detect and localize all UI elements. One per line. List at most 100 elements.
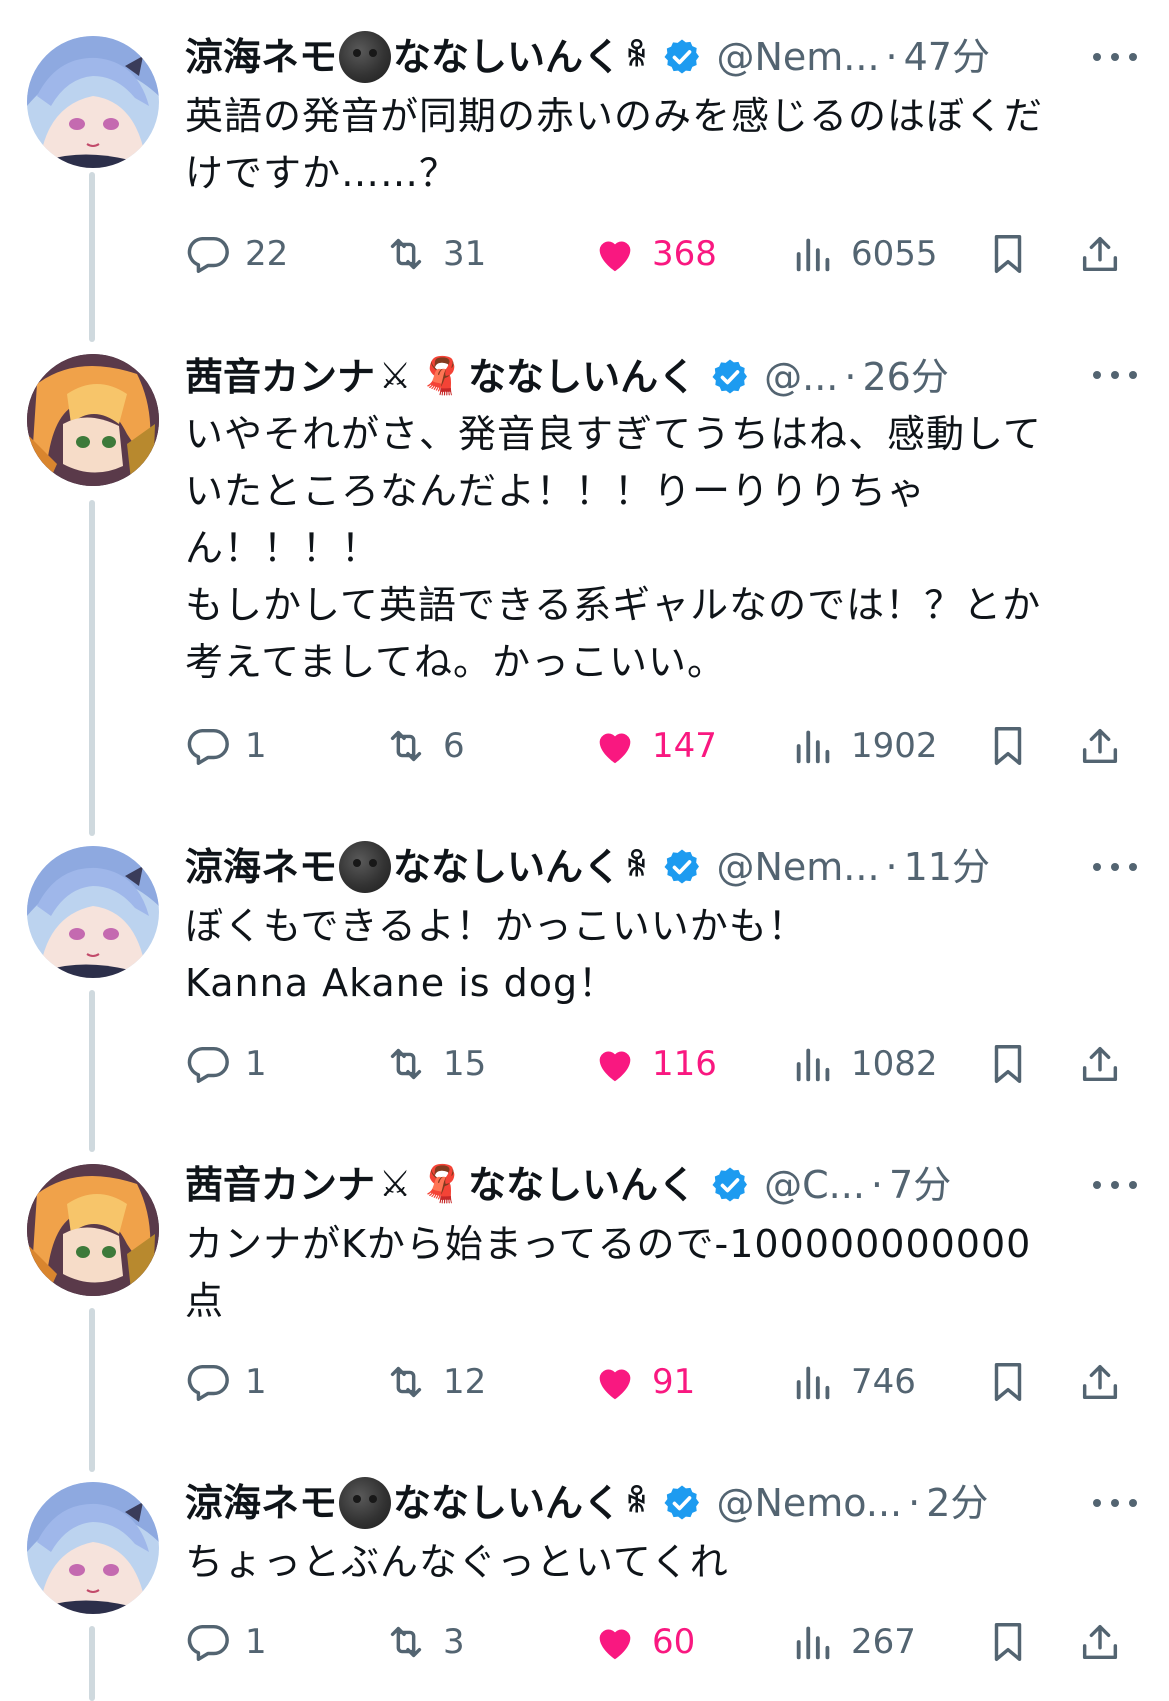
figure-emoji-icon: ꆜ [625, 849, 649, 884]
bookmark-button[interactable] [985, 224, 1031, 284]
bookmark-icon [994, 1363, 1022, 1401]
retweet-button[interactable]: 6 [383, 716, 465, 776]
display-name-suffix[interactable]: ななしいんく [393, 838, 621, 896]
share-upload-icon [1082, 1046, 1118, 1082]
more-dots-icon[interactable] [1093, 1156, 1137, 1214]
separator-dot: · [870, 1163, 884, 1207]
display-name[interactable]: 茜音カンナ [185, 348, 375, 406]
user-handle[interactable]: @C... [764, 1156, 865, 1214]
reply-count: 1 [245, 1044, 267, 1084]
separator-dot: · [908, 1481, 921, 1525]
thread-line [89, 990, 95, 1152]
tweet-text: ぼくもできるよ！かっこいいかも！ Kanna Akane is dog！ [185, 904, 807, 1005]
avatar[interactable] [27, 846, 159, 978]
crossed-swords-emoji-icon: ⚔ [379, 356, 412, 397]
views-count: 1902 [851, 726, 938, 766]
reply-count: 1 [245, 726, 267, 766]
bar-chart-icon [796, 1366, 830, 1400]
reply-button[interactable]: 1 [185, 1612, 267, 1672]
share-upload-icon [1082, 728, 1118, 764]
like-button[interactable]: 91 [592, 1352, 695, 1412]
display-name-suffix[interactable]: ななしいんく [393, 28, 621, 86]
display-name[interactable]: 涼海ネモ [185, 838, 337, 896]
more-dots-icon[interactable] [1093, 838, 1137, 896]
avatar-kanna-image [27, 1164, 159, 1296]
heart-icon [599, 1051, 631, 1082]
thread-line [89, 172, 95, 342]
avatar[interactable] [27, 1482, 159, 1614]
share-button[interactable] [1077, 1612, 1123, 1672]
user-handle[interactable]: @Nemo... [716, 1474, 902, 1532]
share-button[interactable] [1077, 224, 1123, 284]
bookmark-button[interactable] [985, 1034, 1031, 1094]
thread-line [89, 1308, 95, 1472]
like-button[interactable]: 147 [592, 716, 717, 776]
user-handle[interactable]: @... [764, 348, 838, 406]
display-name-suffix[interactable]: ななしいんく [393, 1474, 621, 1532]
bar-chart-icon [796, 238, 830, 272]
bar-chart-icon [796, 1048, 830, 1082]
reply-button[interactable]: 22 [185, 224, 288, 284]
retweet-button[interactable]: 15 [383, 1034, 486, 1094]
display-name-suffix[interactable]: ななしいんく [468, 348, 696, 406]
new-moon-emoji-icon [339, 31, 392, 83]
avatar-nemo-image [27, 1482, 159, 1614]
timestamp[interactable]: 26分 [862, 348, 948, 406]
heart-icon [599, 1629, 631, 1660]
new-moon-emoji-icon [339, 841, 392, 893]
like-button[interactable]: 116 [592, 1034, 717, 1094]
speech-bubble-icon [187, 1364, 229, 1401]
more-dots-icon[interactable] [1093, 1474, 1137, 1532]
like-count: 91 [652, 1362, 696, 1402]
share-button[interactable] [1077, 1352, 1123, 1412]
more-dots-icon[interactable] [1093, 28, 1137, 86]
bookmark-button[interactable] [985, 1612, 1031, 1672]
retweet-button[interactable]: 3 [383, 1612, 465, 1672]
user-handle[interactable]: @Nem... [716, 838, 879, 896]
tweet-header: 茜音カンナ ⚔ 🧣 ななしいんく @... · 26分 [185, 348, 949, 406]
avatar[interactable] [27, 36, 159, 168]
views-button[interactable]: 746 [791, 1352, 916, 1412]
share-button[interactable] [1077, 1034, 1123, 1094]
verified-badge-icon [664, 849, 700, 884]
tweet-text: カンナがKから始まってるので-100000000000 点 [185, 1222, 1032, 1323]
views-button[interactable]: 6055 [791, 224, 938, 284]
bookmark-icon [994, 1045, 1022, 1083]
avatar[interactable] [27, 1164, 159, 1296]
heart-icon [599, 733, 631, 764]
reply-button[interactable]: 1 [185, 716, 267, 776]
display-name[interactable]: 茜音カンナ [185, 1156, 375, 1214]
reply-button[interactable]: 1 [185, 1034, 267, 1094]
avatar[interactable] [27, 354, 159, 486]
reply-button[interactable]: 1 [185, 1352, 267, 1412]
timestamp[interactable]: 7分 [889, 1156, 951, 1214]
like-count: 116 [652, 1044, 717, 1084]
bookmark-button[interactable] [985, 1352, 1031, 1412]
speech-bubble-icon [187, 728, 229, 765]
more-dots-icon[interactable] [1093, 346, 1137, 404]
timestamp[interactable]: 2分 [926, 1474, 988, 1532]
display-name-suffix[interactable]: ななしいんく [468, 1156, 696, 1214]
share-upload-icon [1082, 1624, 1118, 1660]
bookmark-button[interactable] [985, 716, 1031, 776]
retweet-count: 12 [443, 1362, 487, 1402]
retweet-arrows-icon [390, 1048, 422, 1080]
figure-emoji-icon: ꆜ [625, 39, 649, 74]
avatar-nemo-image [27, 36, 159, 168]
timestamp[interactable]: 47分 [904, 28, 990, 86]
separator-dot: · [844, 355, 857, 399]
like-button[interactable]: 60 [592, 1612, 695, 1672]
user-handle[interactable]: @Nem... [716, 28, 879, 86]
views-button[interactable]: 1902 [791, 716, 938, 776]
separator-dot: · [885, 845, 898, 889]
views-button[interactable]: 267 [791, 1612, 916, 1672]
share-button[interactable] [1077, 716, 1123, 776]
timestamp[interactable]: 11分 [904, 838, 990, 896]
display-name[interactable]: 涼海ネモ [185, 28, 337, 86]
views-count: 6055 [851, 234, 938, 274]
retweet-button[interactable]: 12 [383, 1352, 486, 1412]
retweet-button[interactable]: 31 [383, 224, 486, 284]
like-button[interactable]: 368 [592, 224, 717, 284]
views-button[interactable]: 1082 [791, 1034, 938, 1094]
display-name[interactable]: 涼海ネモ [185, 1474, 337, 1532]
